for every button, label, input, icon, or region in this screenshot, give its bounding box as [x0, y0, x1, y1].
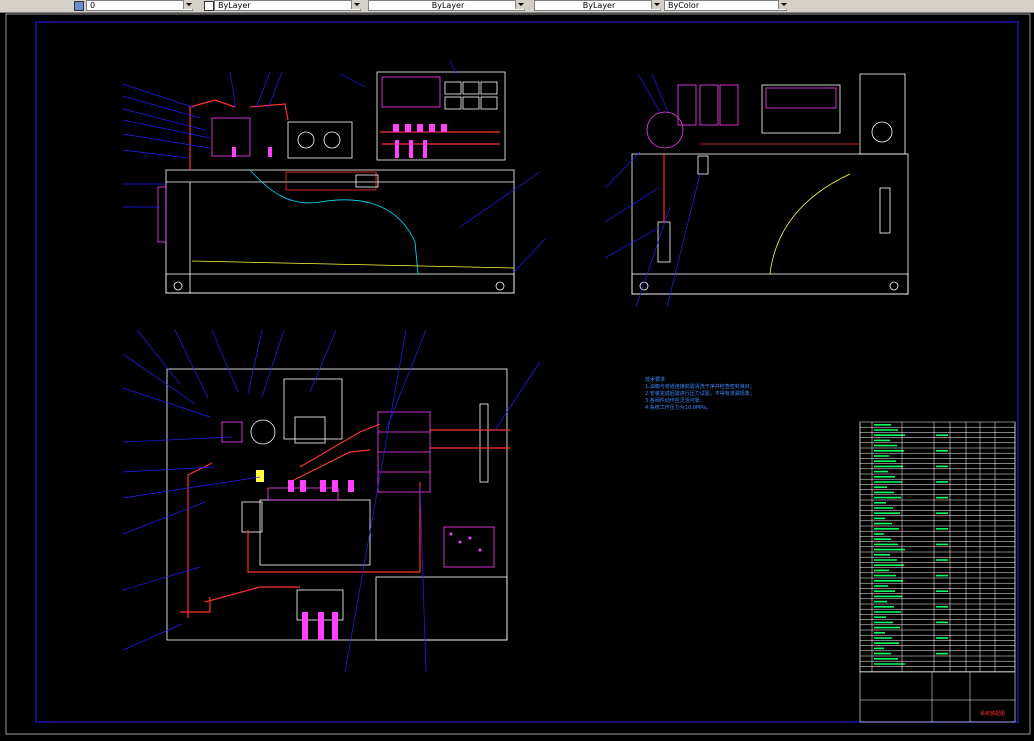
front-view — [157, 71, 515, 294]
top-view-leaders — [122, 329, 541, 673]
notes-title: 技术要求 — [645, 377, 666, 383]
chevron-down-icon[interactable] — [515, 0, 525, 9]
notes-line: 1.油箱与管道连接前需清洗干净并检查密封良好； — [645, 384, 755, 390]
notes-line: 2.安装完成后需进行压力试验，不得有渗漏现象； — [645, 391, 755, 397]
title-block-drawing-name: 系统装配图 — [980, 711, 1006, 717]
technical-notes: 技术要求 1.油箱与管道连接前需清洗干净并检查密封良好； 2.安装完成后需进行压… — [645, 377, 755, 412]
front-view-pipes — [189, 99, 500, 170]
side-view-leaders — [604, 73, 701, 308]
color-combo-value: ByLayer — [218, 1, 251, 10]
drawing-frame — [35, 21, 1019, 723]
front-view-leaders — [122, 59, 546, 273]
chevron-down-icon[interactable] — [651, 0, 661, 9]
top-view — [166, 368, 508, 641]
color-combo[interactable]: ByLayer — [214, 0, 361, 11]
chevron-down-icon[interactable] — [351, 0, 361, 9]
color-swatch-icon — [204, 1, 214, 11]
front-view-fittings — [232, 124, 447, 158]
top-view-valves — [221, 411, 495, 568]
drawing-canvas[interactable] — [0, 12, 1034, 737]
lineweight-combo-value: ByLayer — [582, 1, 616, 10]
plotstyle-combo-value: ByColor — [668, 1, 700, 10]
parts-list-table — [859, 421, 1016, 672]
layer-combo[interactable]: 0 — [86, 0, 193, 11]
layer-manager-icon[interactable] — [74, 1, 84, 11]
plotstyle-combo[interactable]: ByColor — [664, 0, 787, 11]
linetype-combo[interactable]: ByLayer — [368, 0, 525, 11]
sheet-border — [5, 13, 1031, 735]
side-view — [631, 73, 909, 295]
lineweight-combo[interactable]: ByLayer — [534, 0, 661, 11]
chevron-down-icon[interactable] — [183, 0, 193, 9]
chevron-down-icon[interactable] — [778, 0, 788, 9]
top-view-pipes — [180, 423, 510, 618]
side-view-fittings — [677, 84, 860, 145]
linetype-combo-value: ByLayer — [431, 1, 465, 10]
cad-drawing — [5, 13, 1031, 735]
notes-line: 3.各阀件动作应灵活可靠； — [645, 398, 705, 404]
top-view-fittings — [256, 470, 482, 640]
notes-line: 4.系统工作压力为10.0MPa。 — [645, 405, 712, 411]
layer-combo-value: 0 — [90, 1, 96, 10]
